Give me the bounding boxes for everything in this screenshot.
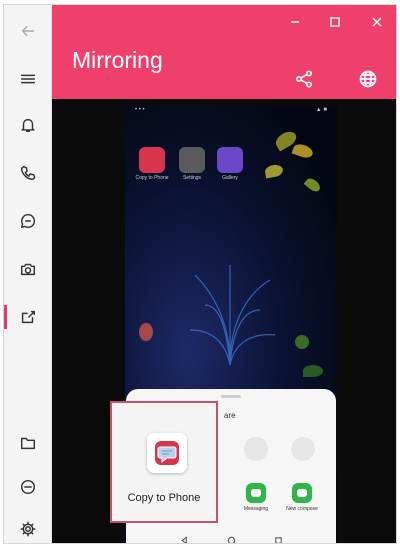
share-app-label: Messaging xyxy=(243,506,269,512)
globe-icon xyxy=(359,70,377,88)
wallpaper-leaf xyxy=(291,141,315,161)
android-back-icon[interactable] xyxy=(180,535,189,545)
back-button[interactable] xyxy=(4,11,52,51)
share-target-placeholder[interactable] xyxy=(291,437,315,461)
nav-rail xyxy=(4,5,52,543)
wallpaper-leaf xyxy=(303,365,323,377)
share-button[interactable] xyxy=(290,65,318,93)
wallpaper-plant xyxy=(189,265,276,365)
mirroring-button[interactable] xyxy=(4,297,52,337)
phone-status-bar: • • • ▲ ■ xyxy=(135,107,327,113)
files-button[interactable] xyxy=(4,423,52,463)
mirroring-icon xyxy=(21,310,36,324)
calls-button[interactable] xyxy=(4,153,52,193)
messaging-icon xyxy=(246,483,266,503)
share-sheet-title: are xyxy=(224,411,236,420)
share-app-messaging[interactable]: Messaging xyxy=(238,483,274,512)
menu-icon xyxy=(20,74,36,84)
app-settings[interactable]: Settings xyxy=(175,147,209,181)
share-app-new-compose[interactable]: New compose xyxy=(284,483,320,512)
close-icon xyxy=(372,17,382,27)
minus-circle-icon xyxy=(20,479,36,495)
bell-icon xyxy=(21,118,35,133)
wallpaper-leaf xyxy=(139,323,153,341)
minimize-icon xyxy=(291,21,299,23)
app-label: Copy to Phone xyxy=(135,175,169,181)
copy-to-phone-share-target[interactable]: Copy to Phone xyxy=(110,401,218,523)
copy-to-phone-label: Copy to Phone xyxy=(127,492,201,504)
android-nav-bar xyxy=(126,531,336,545)
menu-button[interactable] xyxy=(4,59,52,99)
page-title: Mirroring xyxy=(72,47,163,73)
phone-icon xyxy=(20,165,36,181)
app-label: Gallery xyxy=(222,175,238,181)
app-gallery[interactable]: Gallery xyxy=(213,147,247,181)
close-button[interactable] xyxy=(362,11,392,33)
settings-button[interactable] xyxy=(4,509,52,543)
copy-to-phone-icon xyxy=(147,433,187,473)
folder-icon xyxy=(20,437,36,450)
photos-button[interactable] xyxy=(4,249,52,289)
mirror-area: • • • ▲ ■ Copy to Phone Settings Gallery… xyxy=(52,99,396,543)
app-header: Mirroring xyxy=(52,5,396,99)
maximize-icon xyxy=(330,17,340,27)
chat-icon xyxy=(20,213,36,229)
share-icon xyxy=(295,70,313,88)
disconnect-button[interactable] xyxy=(4,467,52,507)
back-arrow-icon xyxy=(21,25,35,37)
new-compose-icon xyxy=(292,483,312,503)
maximize-button[interactable] xyxy=(320,11,350,33)
camera-icon xyxy=(20,263,36,276)
app-label: Settings xyxy=(182,175,202,181)
gallery-app-icon xyxy=(217,147,243,173)
app-copy-to-phone[interactable]: Copy to Phone xyxy=(135,147,169,181)
share-target-placeholder[interactable] xyxy=(244,437,268,461)
settings-app-icon xyxy=(179,147,205,173)
globe-button[interactable] xyxy=(354,65,382,93)
sheet-handle[interactable] xyxy=(221,395,241,398)
copy-to-phone-app-icon xyxy=(139,147,165,173)
copy-to-phone-logo xyxy=(155,441,179,465)
minimize-button[interactable] xyxy=(280,11,310,33)
wallpaper-leaf xyxy=(264,163,284,179)
gear-icon xyxy=(20,521,36,537)
notifications-button[interactable] xyxy=(4,105,52,145)
android-recents-icon[interactable] xyxy=(274,536,283,545)
wallpaper-leaf xyxy=(303,176,323,194)
wallpaper-leaf xyxy=(295,335,309,349)
android-home-icon[interactable] xyxy=(227,536,236,545)
share-app-label: New compose xyxy=(286,506,318,512)
messages-button[interactable] xyxy=(4,201,52,241)
